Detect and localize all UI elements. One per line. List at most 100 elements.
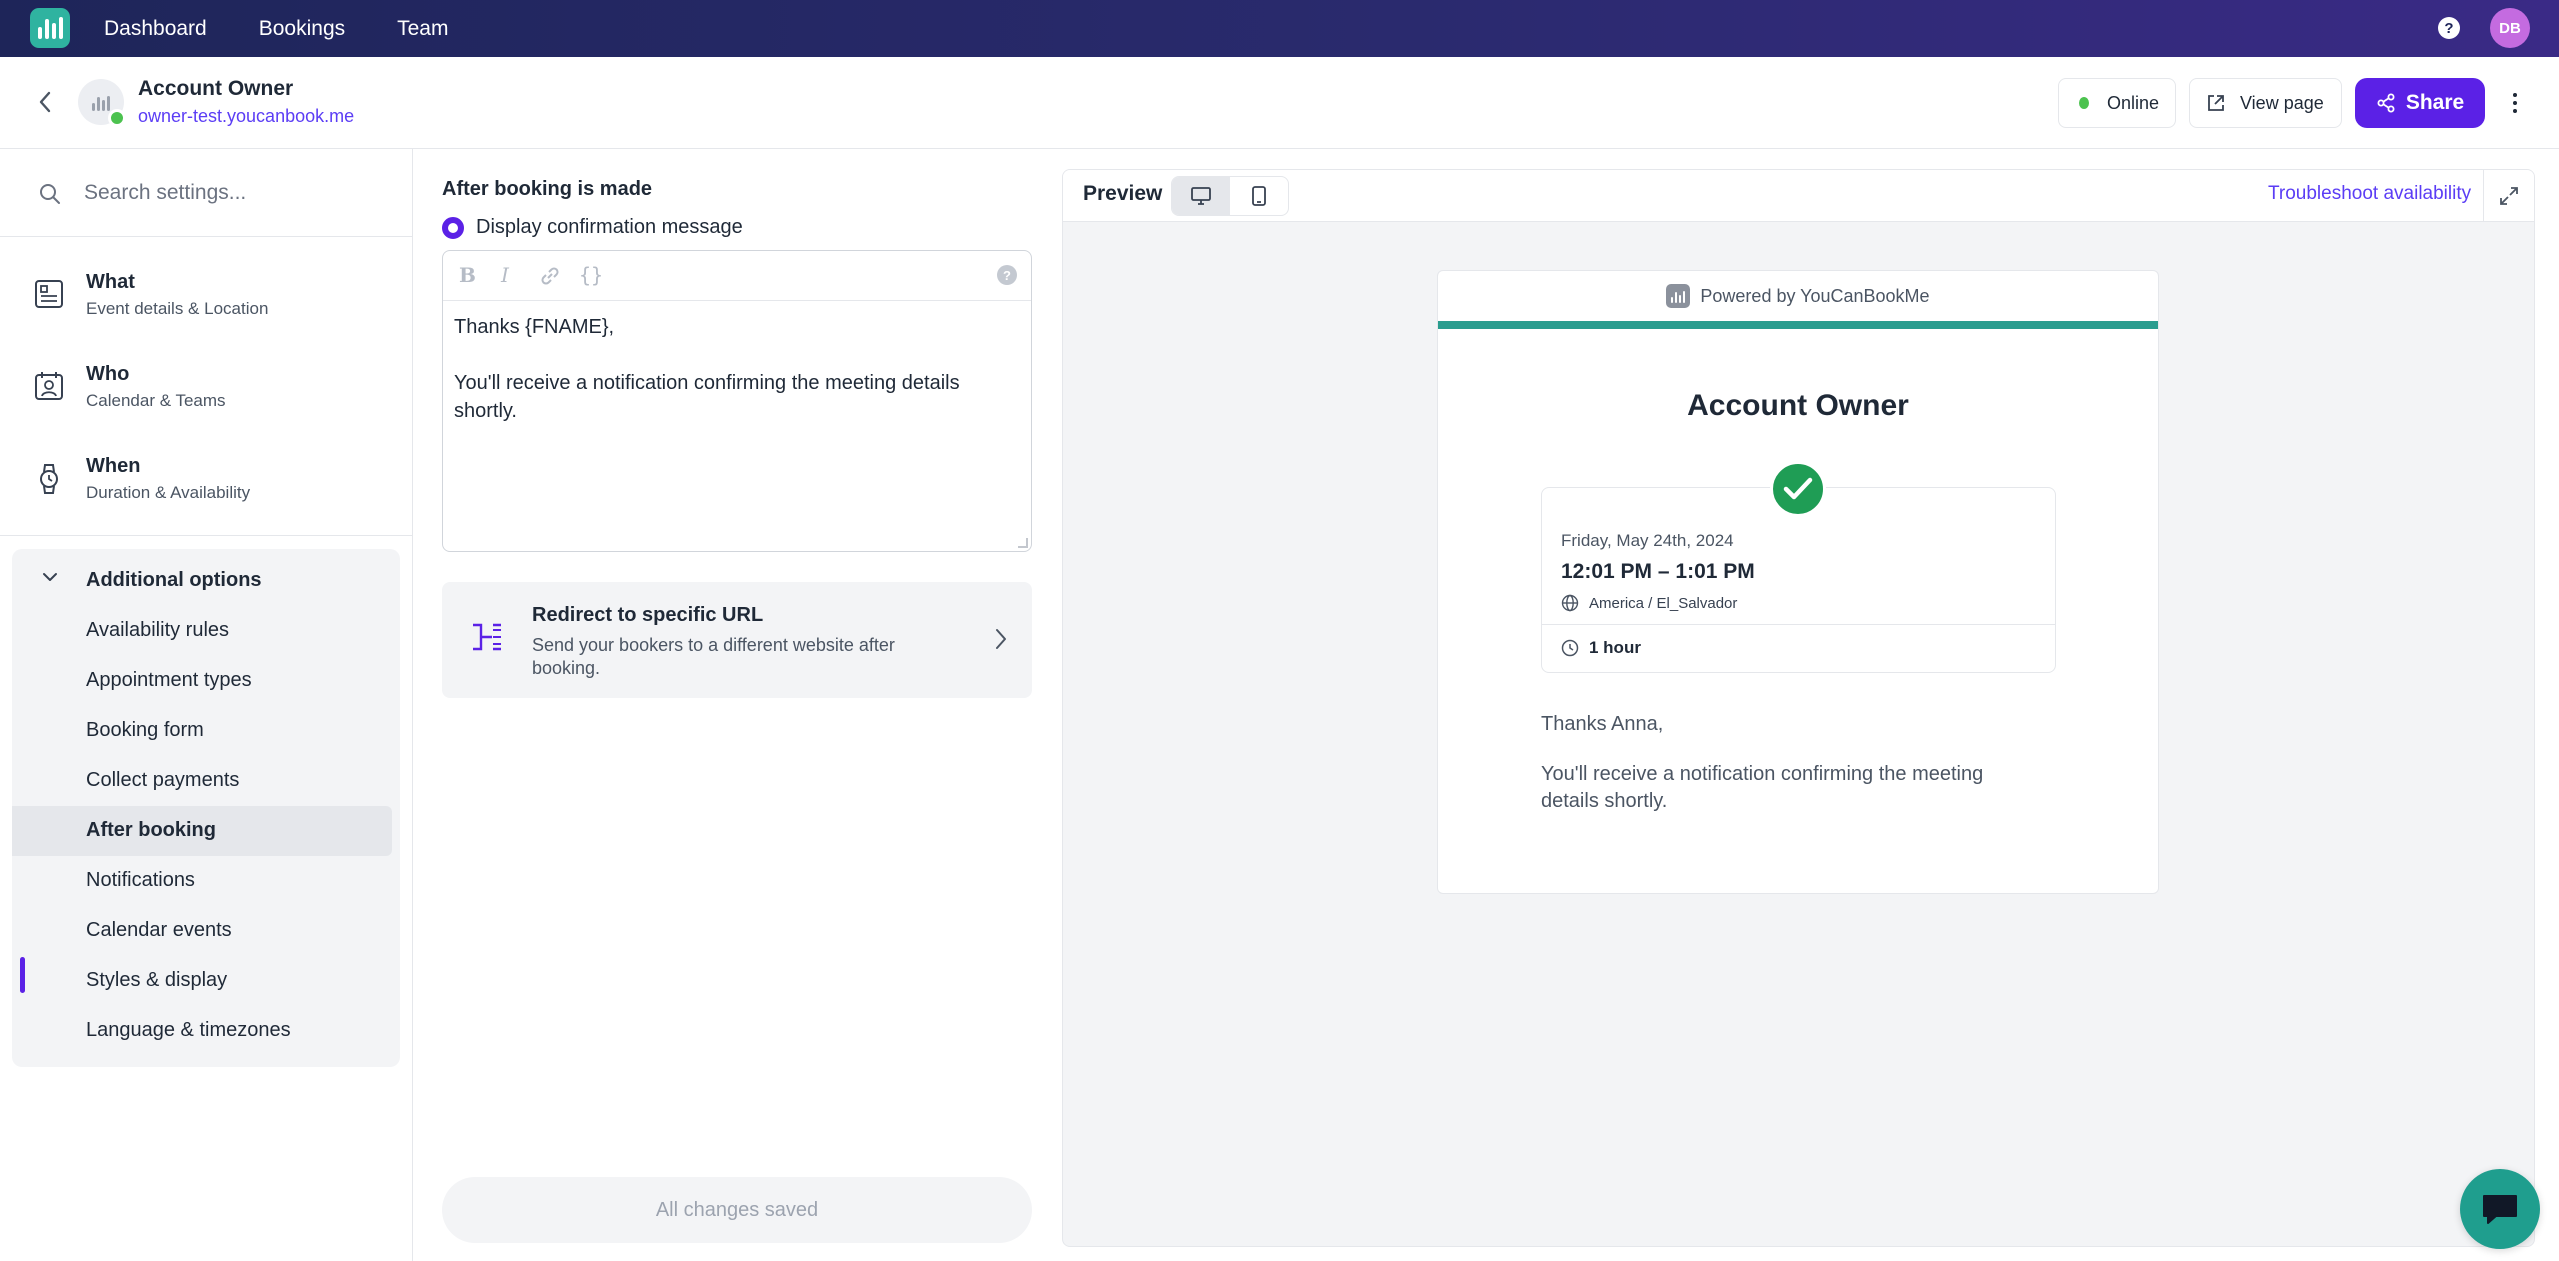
top-navigation: Dashboard Bookings Team ? DB (0, 0, 2559, 57)
redirect-subtitle: Send your bookers to a different website… (532, 635, 895, 678)
mobile-icon[interactable] (1230, 177, 1288, 215)
app-logo-icon[interactable] (30, 8, 70, 48)
sidebar-item-when[interactable]: When Duration & Availability (0, 435, 412, 525)
nav-link-dashboard[interactable]: Dashboard (104, 17, 207, 41)
booking-duration: 1 hour (1561, 638, 1641, 658)
device-toggle (1171, 176, 1289, 216)
globe-icon (1561, 594, 1579, 612)
sidebar-item-subtitle: Duration & Availability (86, 483, 251, 502)
user-avatar[interactable]: DB (2490, 8, 2530, 48)
active-indicator (20, 957, 25, 993)
option-label: Language & timezones (86, 1019, 291, 1041)
bold-icon[interactable]: B (459, 263, 476, 287)
option-label: Collect payments (86, 769, 240, 791)
link-icon[interactable] (539, 265, 561, 292)
additional-options-group: Additional options Availability rules Ap… (12, 549, 400, 1067)
troubleshoot-availability-link[interactable]: Troubleshoot availability (2268, 183, 2471, 205)
chat-support-button[interactable] (2460, 1169, 2540, 1249)
radio-label: Display confirmation message (476, 216, 743, 238)
status-dot (2079, 97, 2089, 109)
sidebar-option-after-booking[interactable]: After booking (12, 806, 392, 856)
share-icon (2376, 93, 2396, 113)
option-label: Booking form (86, 719, 204, 741)
search-settings-input[interactable] (84, 173, 384, 213)
expand-icon[interactable] (2483, 170, 2534, 222)
booking-title: Account Owner (1687, 389, 1909, 422)
sidebar-divider (0, 535, 412, 536)
preview-thanks-text: Thanks Anna, (1541, 713, 1664, 735)
message-text[interactable]: Thanks {FNAME}, You'll receive a notific… (454, 313, 1014, 453)
option-label: Availability rules (86, 619, 230, 641)
sidebar-item-who[interactable]: Who Calendar & Teams (0, 343, 412, 433)
sidebar-item-title: What (86, 271, 135, 293)
online-status-label: Online (2106, 92, 2159, 113)
sidebar-item-what[interactable]: What Event details & Location (0, 251, 412, 341)
more-options-icon[interactable] (2505, 85, 2525, 121)
online-status-button[interactable]: Online (2058, 78, 2176, 128)
clock-icon (1561, 639, 1579, 657)
sidebar-option-availability-rules[interactable]: Availability rules (12, 606, 392, 656)
sidebar-option-collect-payments[interactable]: Collect payments (12, 756, 392, 806)
view-page-button[interactable]: View page (2189, 78, 2342, 128)
search-bar (0, 149, 412, 237)
nav-links: Dashboard Bookings Team (104, 0, 500, 57)
contact-calendar-icon (34, 371, 64, 406)
section-title: After booking is made (442, 178, 653, 200)
brand-logo-icon (1666, 284, 1691, 308)
nav-link-team[interactable]: Team (397, 17, 448, 41)
timezone-label: America / El_Salvador (1589, 594, 1738, 612)
search-icon (38, 182, 62, 211)
additional-options-toggle[interactable]: Additional options (12, 549, 400, 605)
duration-label: 1 hour (1589, 638, 1641, 657)
sidebar-item-subtitle: Event details & Location (86, 299, 269, 318)
share-button[interactable]: Share (2355, 78, 2485, 128)
editor-toolbar: B I {} ? (443, 251, 1031, 301)
option-label: Notifications (86, 869, 195, 891)
nav-link-bookings[interactable]: Bookings (259, 17, 345, 41)
option-label: Calendar events (86, 919, 232, 941)
preview-toolbar: Preview Troubleshoot availability (1063, 170, 2534, 222)
resize-handle-icon[interactable] (1018, 538, 1028, 548)
page-url-link[interactable]: owner-test.youcanbook.me (138, 106, 354, 127)
sidebar-option-calendar-events[interactable]: Calendar events (12, 906, 392, 956)
option-label: Appointment types (86, 669, 252, 691)
chat-bubble-icon (2480, 1192, 2520, 1226)
page-header: Account Owner owner-test.youcanbook.me O… (0, 57, 2559, 149)
option-label: After booking (86, 819, 216, 841)
sidebar-option-booking-form[interactable]: Booking form (12, 706, 392, 756)
help-icon[interactable]: ? (2438, 17, 2460, 39)
desktop-icon[interactable] (1172, 177, 1230, 215)
radio-selected[interactable] (442, 216, 464, 239)
view-page-label: View page (2240, 92, 2324, 113)
preview-message-text: You'll receive a notification confirming… (1541, 763, 1984, 812)
confirmation-message-editor[interactable]: B I {} ? Thanks {FNAME}, You'll receive … (442, 250, 1032, 552)
back-arrow-icon[interactable] (30, 87, 60, 117)
accent-bar (1438, 321, 2158, 329)
sidebar-item-title: Who (86, 363, 130, 385)
summary-divider (1542, 624, 2055, 625)
booking-time: 12:01 PM – 1:01 PM (1561, 560, 1755, 583)
external-link-icon (2206, 93, 2226, 113)
additional-options-label: Additional options (86, 569, 262, 591)
sidebar-option-appointment-types[interactable]: Appointment types (12, 656, 392, 706)
redirect-url-option[interactable]: Redirect to specific URL Send your booke… (442, 582, 1032, 698)
booking-date: Friday, May 24th, 2024 (1561, 531, 1734, 550)
save-status-button: All changes saved (442, 1177, 1032, 1243)
sidebar-option-notifications[interactable]: Notifications (12, 856, 392, 906)
option-label: Styles & display (86, 969, 228, 991)
message-line: Thanks {FNAME}, (454, 316, 615, 338)
display-confirmation-option[interactable]: Display confirmation message (442, 216, 743, 239)
sidebar-item-subtitle: Calendar & Teams (86, 391, 226, 410)
variables-icon[interactable]: {} (579, 263, 603, 287)
checkmark-icon (1770, 461, 1826, 517)
italic-icon[interactable]: I (501, 263, 509, 287)
booking-timezone: America / El_Salvador (1561, 594, 1737, 612)
redirect-title: Redirect to specific URL (532, 604, 764, 626)
editor-help-icon[interactable]: ? (997, 265, 1017, 285)
settings-sidebar: What Event details & Location Who Calend… (0, 149, 413, 1261)
sidebar-option-styles-display[interactable]: Styles & display (12, 956, 392, 1006)
page-title: Account Owner (138, 77, 294, 100)
message-line: You'll receive a notification confirming… (454, 372, 960, 422)
sidebar-option-language-timezones[interactable]: Language & timezones (12, 1006, 392, 1056)
watch-icon (34, 463, 64, 500)
